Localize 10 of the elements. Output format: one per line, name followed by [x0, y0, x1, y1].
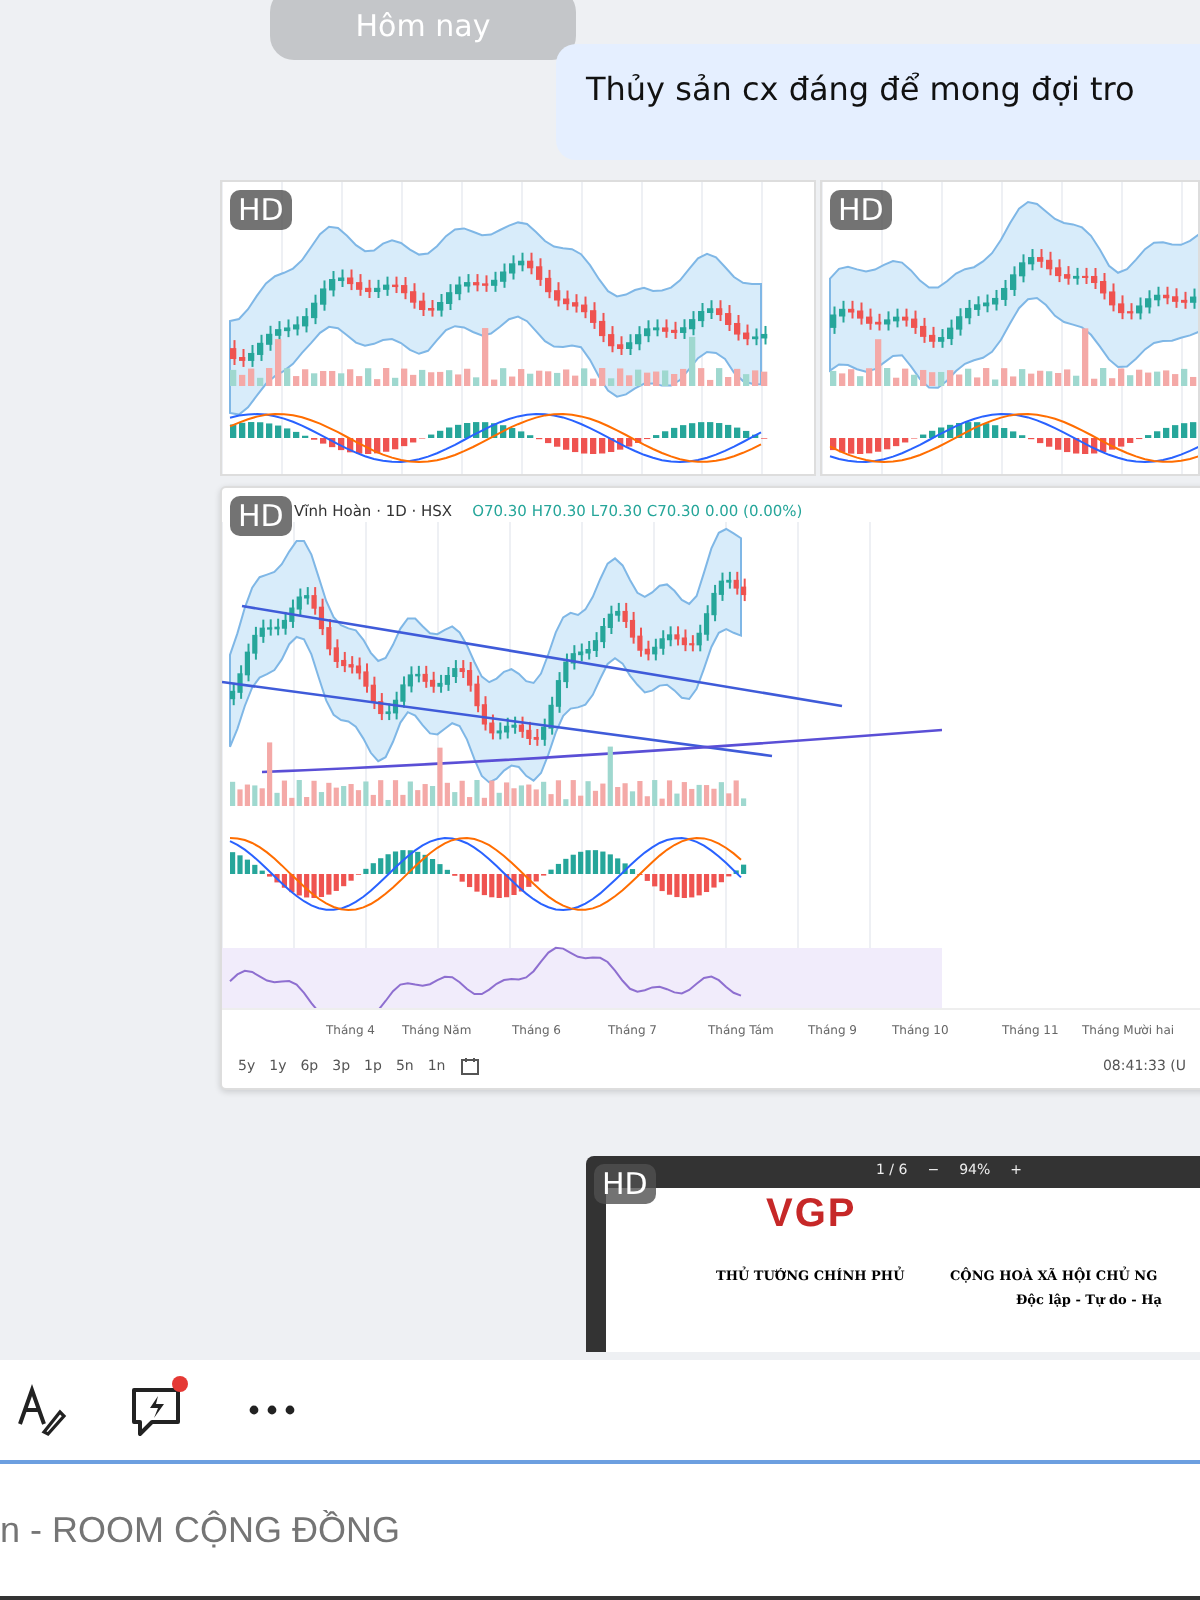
more-icon[interactable] — [248, 1404, 296, 1416]
hd-badge: HD — [230, 190, 292, 230]
hd-badge: HD — [594, 1164, 656, 1204]
document-logo: VGP — [766, 1192, 857, 1238]
hd-badge: HD — [830, 190, 892, 230]
hd-badge: HD — [230, 496, 292, 536]
message-bubble: Thủy sản cx đáng để mong đợi tro — [556, 44, 1200, 160]
date-divider: Hôm nay — [270, 0, 576, 60]
text-format-icon[interactable] — [16, 1384, 68, 1436]
calendar-icon[interactable] — [459, 1056, 480, 1076]
